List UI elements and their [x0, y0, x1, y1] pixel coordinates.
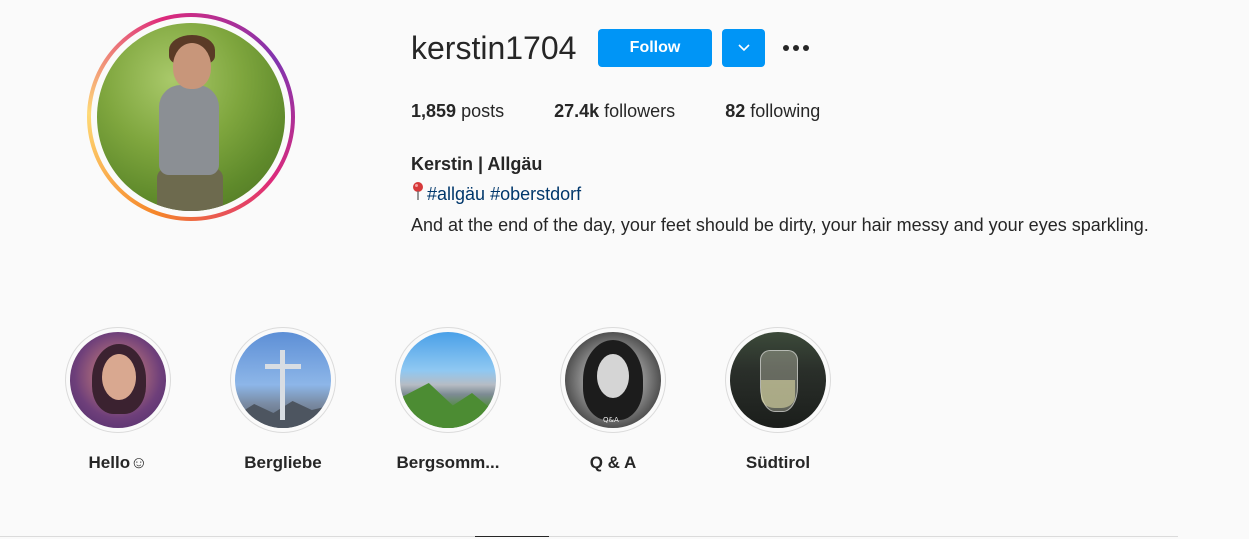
avatar-photo [97, 23, 285, 211]
highlight-thumbnail [70, 332, 166, 428]
highlight-label: Südtirol [745, 453, 811, 472]
highlight-label: Q & A [589, 453, 637, 472]
pin-icon [411, 180, 425, 210]
highlight-bergliebe[interactable]: Bergliebe [229, 327, 337, 473]
active-tab-indicator [475, 536, 549, 537]
followers-stat[interactable]: 27.4k followers [554, 99, 675, 123]
highlight-label: Bergliebe [244, 453, 322, 472]
followers-count: 27.4k [554, 101, 600, 121]
hashtag-oberstdorf[interactable]: #oberstdorf [490, 184, 581, 204]
full-name: Kerstin | Allgäu [411, 154, 543, 174]
highlight-ring [65, 327, 171, 433]
thumb-face [102, 354, 136, 400]
following-stat[interactable]: 82 following [725, 99, 820, 123]
posts-label: posts [461, 101, 505, 121]
avatar-figure-body [159, 85, 219, 175]
bio-hashtags: #allgäu #oberstdorf [411, 179, 1171, 210]
following-label: following [750, 101, 821, 121]
highlight-thumbnail [235, 332, 331, 428]
highlight-ring [230, 327, 336, 433]
thumb-ridge [400, 383, 496, 428]
follow-button[interactable]: Follow [598, 29, 712, 67]
profile-bio: Kerstin | Allgäu #allgäu #oberstdorf And… [411, 149, 1171, 240]
highlight-ring [725, 327, 831, 433]
username: kerstin1704 [411, 30, 577, 66]
profile-avatar[interactable] [87, 13, 295, 221]
highlight-thumbnail [730, 332, 826, 428]
more-options-button[interactable] [780, 32, 812, 64]
highlight-label: Hello☺ [88, 453, 148, 472]
highlight-hello[interactable]: Hello☺ [64, 327, 172, 473]
story-highlights: Hello☺ Bergliebe Bergsomm... Q&A Q & A S… [64, 327, 889, 473]
followers-label: followers [604, 101, 676, 121]
avatar-border [91, 17, 291, 217]
more-dots-icon [783, 45, 809, 51]
highlight-ring [395, 327, 501, 433]
bio-text: And at the end of the day, your feet sho… [411, 215, 1149, 236]
suggested-dropdown-button[interactable] [722, 29, 765, 67]
highlight-thumbnail [400, 332, 496, 428]
posts-stat: 1,859 posts [411, 99, 504, 123]
avatar-figure-head [173, 43, 211, 89]
posts-count: 1,859 [411, 101, 457, 121]
chevron-down-icon [737, 44, 750, 52]
thumb-summit-cross-bar [265, 364, 301, 369]
thumb-wine [761, 380, 795, 408]
thumb-summit-cross [280, 350, 285, 420]
highlight-bergsommer[interactable]: Bergsomm... [394, 327, 502, 473]
thumb-face [597, 354, 629, 398]
hashtag-allgaeu[interactable]: #allgäu [427, 184, 485, 204]
highlight-qa[interactable]: Q&A Q & A [559, 327, 667, 473]
profile-stats: 1,859 posts 27.4k followers 82 following [411, 99, 870, 123]
highlight-suedtirol[interactable]: Südtirol [724, 327, 832, 473]
tabs-divider [0, 536, 1178, 537]
highlight-label: Bergsomm... [396, 453, 500, 472]
following-count: 82 [725, 101, 746, 121]
highlight-thumbnail: Q&A [565, 332, 661, 428]
thumb-qa-badge: Q&A [603, 416, 619, 424]
highlight-ring: Q&A [560, 327, 666, 433]
